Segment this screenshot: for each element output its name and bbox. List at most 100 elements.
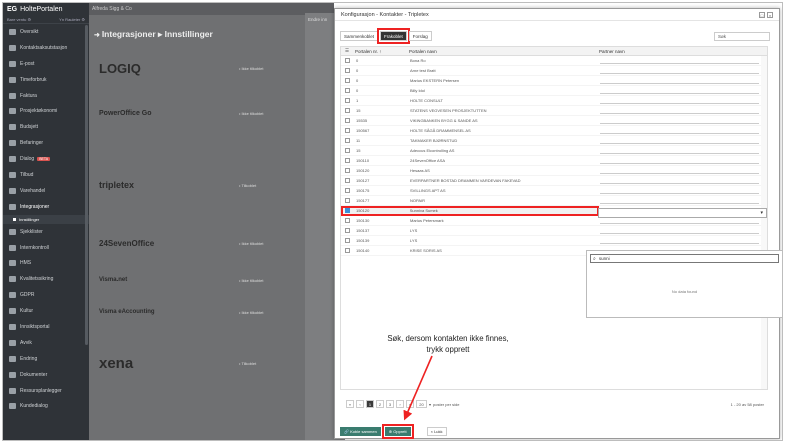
table-row[interactable]: 15 STATENS VEGVESEN PROSJEKTUTTEN (341, 106, 767, 116)
link-button[interactable]: 🔗 Koble sammen (340, 427, 381, 436)
row-checkbox[interactable] (345, 98, 350, 103)
row-checkbox[interactable] (345, 148, 350, 153)
table-row[interactable]: 150120 Hesaas AS (341, 166, 767, 176)
table-row[interactable]: 150137 LYS (341, 226, 767, 236)
table-row[interactable]: 150175 SVILLINGS APT AS (341, 186, 767, 196)
integration-row[interactable]: Visma.net • Ikke tilkoblet (99, 277, 324, 283)
row-checkbox[interactable] (345, 178, 350, 183)
partner-field[interactable] (600, 237, 759, 244)
partner-select[interactable] (598, 208, 767, 218)
partner-field[interactable] (600, 67, 759, 74)
prev-page-button[interactable]: ‹ (356, 400, 364, 408)
table-row[interactable]: 0 Bona Ro (341, 56, 767, 66)
table-row[interactable]: 0 Marius EKSTERN Petersen (341, 76, 767, 86)
row-checkbox[interactable] (345, 118, 350, 123)
row-checkbox[interactable] (345, 88, 350, 93)
close-button[interactable]: × Lukk (426, 427, 447, 436)
table-row[interactable]: 0 Billy Idol (341, 86, 767, 96)
integration-row[interactable]: tripletex • Tilkoblet (99, 180, 324, 190)
per-page-select[interactable]: 20 (416, 400, 427, 408)
integration-row[interactable]: xena • Tilkoblet (99, 355, 324, 372)
page-number-button[interactable]: 3 (386, 400, 394, 408)
table-row[interactable]: 150110 24SevenOffice ASA (341, 156, 767, 166)
sidebar-item[interactable]: Oversikt (3, 24, 89, 40)
row-checkbox[interactable] (345, 68, 350, 73)
sidebar-item[interactable]: Prosjektøkonomi (3, 103, 89, 119)
sidebar-item[interactable]: Avvik (3, 335, 89, 351)
maximize-icon[interactable]: □ (759, 12, 765, 18)
sidebar-item[interactable]: HMS (3, 255, 89, 271)
select-all-icon[interactable]: ☰ (341, 48, 353, 54)
row-checkbox[interactable] (345, 78, 350, 83)
row-checkbox[interactable] (345, 238, 350, 243)
column-header-partner[interactable]: Partner navn (599, 49, 767, 54)
row-checkbox[interactable] (345, 168, 350, 173)
partner-field[interactable] (600, 87, 759, 94)
partner-field[interactable] (600, 187, 759, 194)
table-row[interactable]: 11 TAKMAKER BJØRNSTUD (341, 136, 767, 146)
partner-field[interactable] (600, 97, 759, 104)
sidebar-item[interactable]: Innsiktsportal (3, 319, 89, 335)
partner-field[interactable] (600, 77, 759, 84)
partner-field[interactable] (600, 107, 759, 114)
partner-field[interactable] (600, 177, 759, 184)
sidebar-item[interactable]: Budsjett (3, 119, 89, 135)
partner-field[interactable] (600, 57, 759, 64)
table-row[interactable]: 150177 NOPAIR (341, 196, 767, 206)
row-checkbox[interactable] (345, 218, 350, 223)
table-row[interactable]: 150139 LYS (341, 236, 767, 246)
table-row[interactable]: 150127 EVERPARTNER BOSTAD DRAMMEN VARDEVA… (341, 176, 767, 186)
integration-row[interactable]: Visma eAccounting • Ikke tilkoblet (99, 309, 324, 315)
row-checkbox[interactable] (345, 158, 350, 163)
sidebar-item[interactable]: Dialog BETA (3, 151, 89, 167)
sidebar-item[interactable]: GDPR (3, 287, 89, 303)
next-page-button[interactable]: › (396, 400, 404, 408)
integration-row[interactable]: PowerOffice Go • Ikke tilkoblet (99, 110, 324, 117)
last-page-button[interactable]: » (406, 400, 414, 408)
chevron-down-icon[interactable]: ▾ (429, 402, 431, 407)
row-checkbox[interactable] (345, 108, 350, 113)
integration-row[interactable]: LOGIQ • Ikke tilkoblet (99, 61, 324, 76)
sidebar-item[interactable]: Endring (3, 351, 89, 367)
sidebar-item[interactable]: Kontaktsaksutstasjon (3, 40, 89, 56)
tab-sammenkoblet[interactable]: Sammenkoblet (340, 31, 379, 41)
row-checkbox[interactable] (345, 208, 350, 213)
create-button[interactable]: ⊕ Opprett (381, 424, 414, 439)
sidebar-item[interactable]: Timeforbruk (3, 72, 89, 88)
partner-field[interactable] (600, 197, 759, 204)
sidebar-item[interactable]: Kundedialog (3, 398, 89, 414)
partner-field[interactable] (600, 217, 759, 224)
sidebar-item[interactable]: Internkontroll (3, 240, 89, 256)
page-number-button[interactable]: 1 (366, 400, 374, 408)
row-checkbox[interactable] (345, 198, 350, 203)
grid-scrollbar[interactable] (761, 56, 767, 389)
filter-right[interactable]: Yn Rauleter ⚙ (59, 17, 85, 22)
sidebar-item[interactable]: Tilbud (3, 167, 89, 183)
column-header-name[interactable]: Portalen navn (409, 49, 599, 54)
sidebar-item[interactable]: Sjekklister (3, 224, 89, 240)
partner-field[interactable] (600, 127, 759, 134)
table-row[interactable]: 1 HOLTE CONSULT (341, 96, 767, 106)
sidebar-item[interactable]: Ressursplanlegger (3, 383, 89, 399)
integration-row[interactable]: 24SevenOffice • Ikke tilkoblet (99, 239, 324, 248)
sidebar-item[interactable]: E-post (3, 56, 89, 72)
sidebar-item[interactable]: Befaringer (3, 135, 89, 151)
row-checkbox[interactable] (345, 228, 350, 233)
table-row[interactable]: 15535 VIKINGBANKEN BYGG & SANDE AS (341, 116, 767, 126)
sidebar-item[interactable]: Faktura (3, 88, 89, 104)
search-input[interactable]: Søk (714, 32, 770, 41)
filter-left[interactable]: Bare ventu ⚙ (7, 17, 31, 22)
partner-field[interactable] (600, 137, 759, 144)
row-checkbox[interactable] (345, 58, 350, 63)
sidebar-item[interactable]: Kvalitetssikring (3, 271, 89, 287)
sidebar-item[interactable]: Varehandel (3, 183, 89, 199)
row-checkbox[interactable] (345, 188, 350, 193)
table-row[interactable]: 150120 Sunniva Sumek (341, 206, 599, 216)
table-row[interactable]: 150567 HOLTE SÅGÅ DRAMMENSEL AS (341, 126, 767, 136)
row-checkbox[interactable] (345, 248, 350, 253)
table-row[interactable]: 0 Arne test Bratt (341, 66, 767, 76)
sidebar-subitem-innstillinger[interactable]: Innstillinger (3, 214, 89, 224)
row-checkbox[interactable] (345, 138, 350, 143)
partner-field[interactable] (600, 157, 759, 164)
partner-search[interactable]: ⌕ sunni (590, 254, 779, 263)
